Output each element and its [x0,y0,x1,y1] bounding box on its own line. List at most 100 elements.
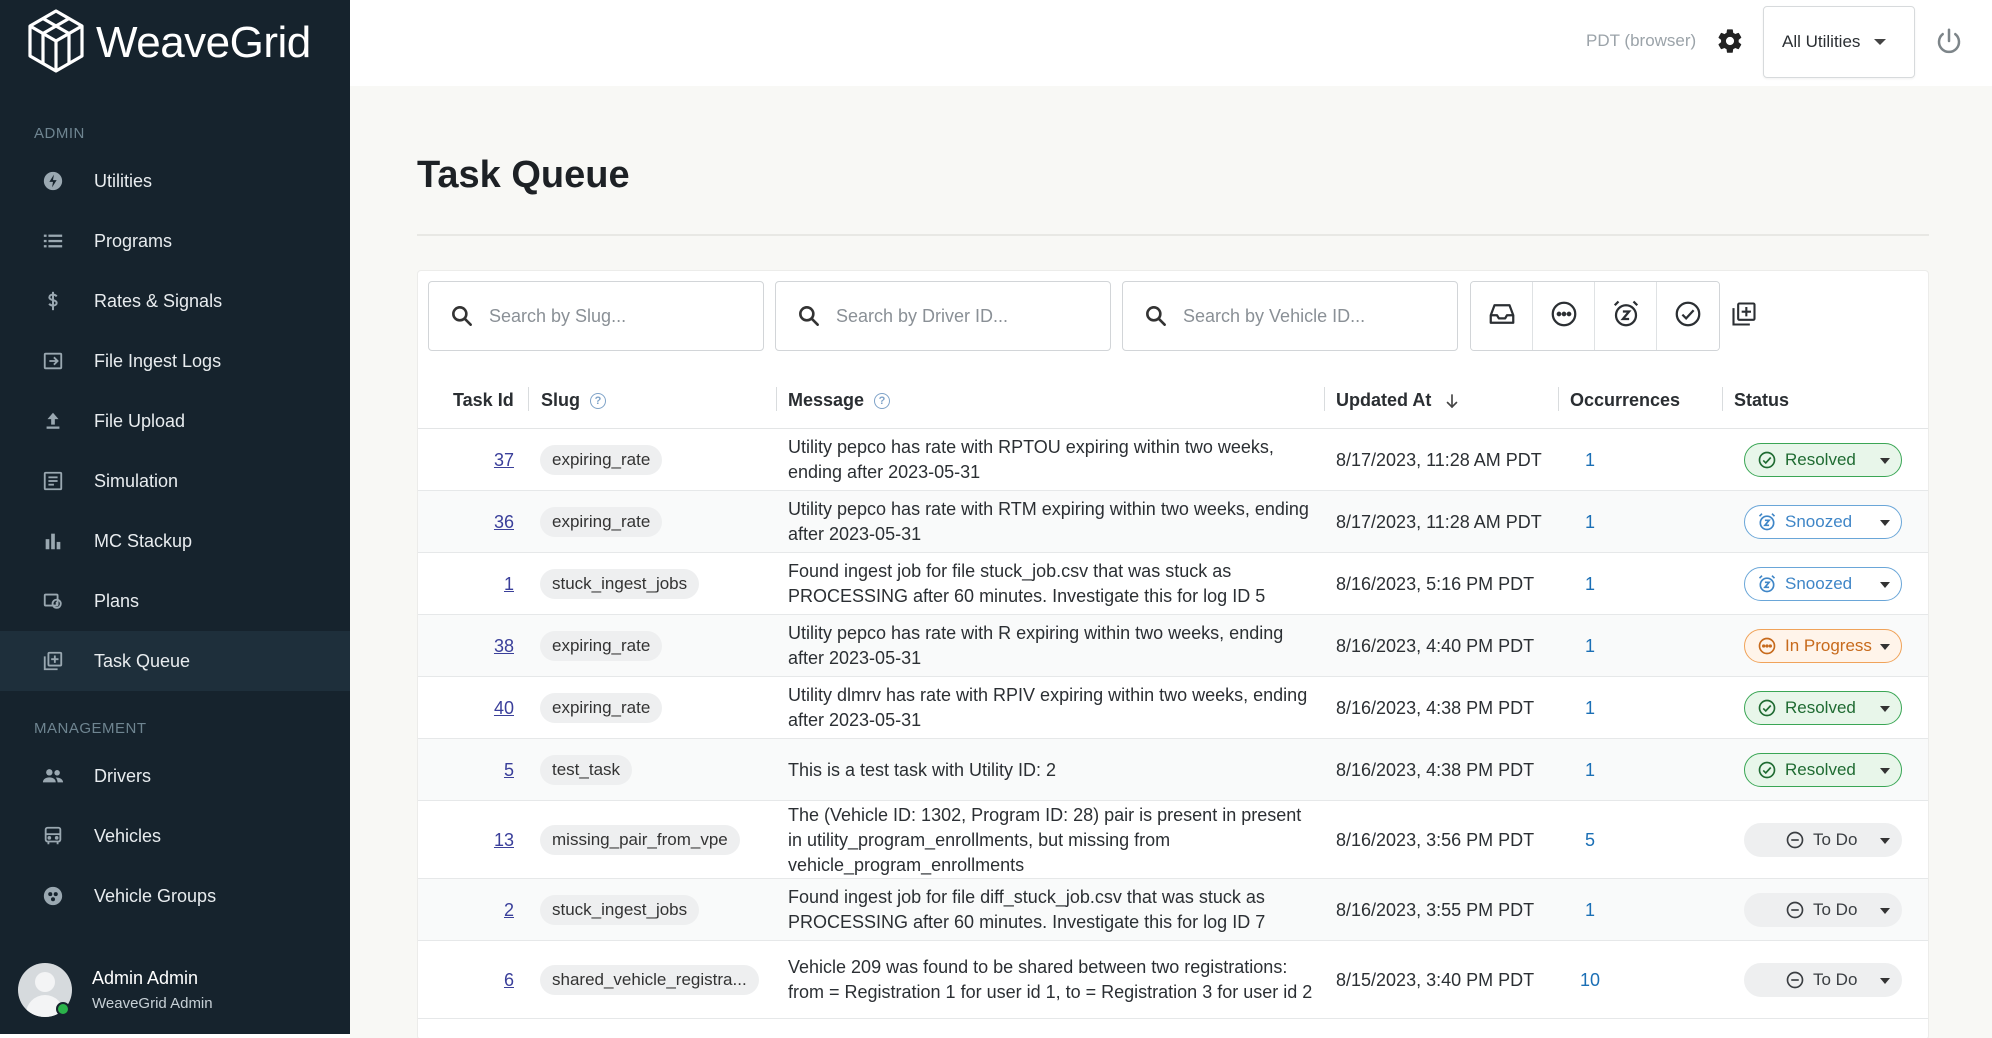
slug-chip: expiring_rate [540,693,663,723]
sidebar-item-file-ingest-logs[interactable]: File Ingest Logs [0,331,350,391]
status-dropdown[interactable]: To Do [1744,963,1902,997]
table-row[interactable]: 38 expiring_rate Utility pepco has rate wi… [418,615,1928,677]
status-filter-group [1470,281,1720,351]
col-updated-at[interactable]: Updated At [1336,390,1461,411]
sidebar-item-label: Rates & Signals [94,290,223,311]
table-row[interactable]: 40 expiring_rate Utility dlmrv has rate wi… [418,677,1928,739]
task-id-link[interactable]: 13 [454,801,514,879]
slug-search[interactable] [428,281,764,351]
admin-section-label: ADMIN [34,125,85,142]
task-id-link[interactable]: 40 [454,677,514,739]
table-row[interactable]: 1 stuck_ingest_jobs Found ingest job for f… [418,553,1928,615]
timezone-label: PDT (browser) [1586,31,1697,50]
sidebar-item-file-upload[interactable]: File Upload [0,391,350,451]
vehicle-search-input[interactable] [1183,305,1443,327]
brand[interactable]: WeaveGrid [26,8,311,76]
simulation-icon [40,468,66,494]
task-id-link[interactable]: 38 [454,615,514,677]
online-status-icon [56,1002,70,1016]
col-message[interactable]: Message ? [788,390,891,411]
sidebar-item-mc-stackup[interactable]: MC Stackup [0,511,350,571]
plans-icon [40,588,66,614]
status-dropdown[interactable]: To Do [1744,823,1902,857]
utility-select[interactable]: All Utilities [1763,6,1915,78]
search-icon [796,303,822,329]
filter-in-progress-button[interactable] [1533,282,1595,350]
status-dropdown[interactable]: Resolved [1744,753,1902,787]
sidebar-item-programs[interactable]: Programs [0,211,350,271]
updated-at: 8/16/2023, 5:16 PM PDT [1336,573,1535,594]
sidebar-item-label: Utilities [94,170,153,191]
add-task-icon [1730,300,1758,333]
filter-resolved-button[interactable] [1657,282,1719,350]
filter-snoozed-button[interactable] [1595,282,1657,350]
slug-chip: test_task [540,755,633,785]
table-row[interactable]: 13 missing_pair_from_vpe The (Vehicle ID: … [418,801,1928,879]
sidebar-item-task-queue[interactable]: Task Queue [0,631,350,691]
task-id-link[interactable]: 6 [454,941,514,1019]
driver-search[interactable] [775,281,1111,351]
power-icon[interactable] [1934,26,1964,56]
task-id-link[interactable]: 5 [454,739,514,801]
table-row[interactable]: 5 test_task This is a test task with Utili… [418,739,1928,801]
vehicle-search[interactable] [1122,281,1458,351]
status-dropdown[interactable]: Snoozed [1744,567,1902,601]
filter-inbox-button[interactable] [1471,282,1533,350]
sidebar-item-label: MC Stackup [94,530,193,551]
user-name: Admin Admin [92,968,199,988]
occurrences-count: 1 [1584,573,1595,594]
task-id-link[interactable]: 37 [454,429,514,491]
task-id-link[interactable]: 36 [454,491,514,553]
caret-down-icon [1880,706,1890,712]
col-occurrences[interactable]: Occurrences [1570,390,1680,411]
table-row[interactable]: 37 expiring_rate Utility pepco has rate wi… [418,429,1928,491]
gear-icon[interactable] [1716,27,1744,55]
sidebar-item-plans[interactable]: Plans [0,571,350,631]
task-message: This is a test task with Utility ID: 2 [788,759,1057,780]
status-label: To Do [1813,830,1858,849]
slug-chip: stuck_ingest_jobs [540,569,700,599]
col-task-id[interactable]: Task Id [453,390,514,411]
status-dropdown[interactable]: Snoozed [1744,505,1902,539]
status-label: To Do [1813,970,1858,989]
driver-search-input[interactable] [836,305,1096,327]
table-header: Task Id Slug ? Message ? Updated At Occu… [418,371,1928,429]
col-slug[interactable]: Slug ? [541,390,606,411]
minus-circle-icon [1785,970,1805,990]
slug-chip: shared_vehicle_registra... [540,965,759,995]
sidebar-item-utilities[interactable]: Utilities [0,151,350,211]
vehicle-groups-icon [40,883,66,909]
occurrences-count: 1 [1584,899,1595,920]
table-row[interactable]: 6 shared_vehicle_registra... Vehicle 209 w… [418,941,1928,1019]
task-id-link[interactable]: 1 [454,553,514,615]
status-label: Resolved [1785,760,1856,779]
sidebar-item-rates-signals[interactable]: Rates & Signals [0,271,350,331]
task-id-link[interactable]: 2 [454,879,514,941]
help-icon[interactable]: ? [874,392,891,409]
slug-search-input[interactable] [489,305,749,327]
divider [417,234,1929,236]
updated-at: 8/17/2023, 11:28 AM PDT [1336,449,1542,470]
add-task-button[interactable] [1720,281,1768,351]
task-message: Utility dlmrv has rate with RPIV expirin… [788,685,1308,730]
caret-down-icon [1880,644,1890,650]
sidebar-item-simulation[interactable]: Simulation [0,451,350,511]
task-message: Found ingest job for file stuck_job.csv … [788,561,1266,606]
sidebar-item-vehicles[interactable]: Vehicles [0,806,350,866]
status-dropdown[interactable]: Resolved [1744,691,1902,725]
updated-at: 8/16/2023, 4:38 PM PDT [1336,697,1535,718]
status-dropdown[interactable]: To Do [1744,893,1902,927]
col-status[interactable]: Status [1734,390,1789,411]
sidebar-item-drivers[interactable]: Drivers [0,746,350,806]
user-profile[interactable]: Admin Admin WeaveGrid Admin [0,950,350,1030]
sidebar: WeaveGrid ADMIN Utilities Programs Rates… [0,0,350,1034]
table-row[interactable]: 36 expiring_rate Utility pepco has rate wi… [418,491,1928,553]
status-dropdown[interactable]: In Progress [1744,629,1902,663]
status-dropdown[interactable]: Resolved [1744,443,1902,477]
in-progress-icon [1757,636,1777,656]
table-row[interactable]: 2 stuck_ingest_jobs Found ingest job for f… [418,879,1928,941]
help-icon[interactable]: ? [590,392,606,409]
sort-down-icon[interactable] [1443,392,1461,410]
sidebar-item-vehicle-groups[interactable]: Vehicle Groups [0,866,350,926]
caret-down-icon [1880,458,1890,464]
